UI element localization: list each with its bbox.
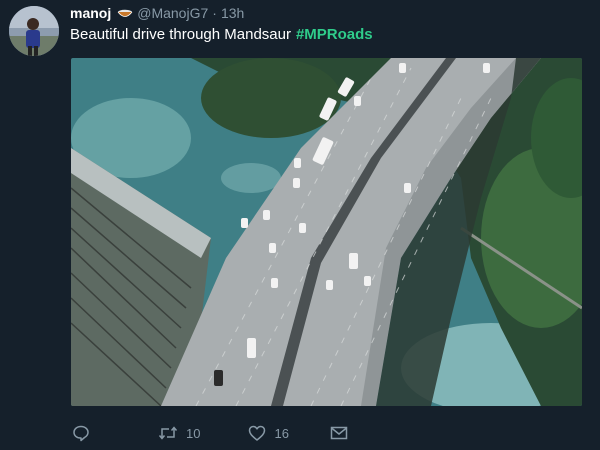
reply-icon	[72, 424, 90, 442]
tweet-actions: 10 16	[70, 421, 370, 445]
envelope-icon	[330, 426, 348, 440]
bowl-emoji-icon	[117, 6, 133, 20]
tweet-media-photo[interactable]	[71, 58, 582, 406]
retweet-button[interactable]: 10	[158, 425, 200, 441]
hashtag-link[interactable]: #MPRoads	[296, 26, 373, 43]
timestamp[interactable]: 13h	[221, 5, 244, 21]
separator-dot: ·	[212, 5, 217, 21]
user-avatar-image	[9, 6, 59, 56]
like-count: 16	[274, 425, 289, 441]
like-button[interactable]: 16	[248, 425, 289, 441]
direct-message-button[interactable]	[330, 426, 348, 440]
retweet-count: 10	[186, 425, 201, 441]
avatar[interactable]	[9, 6, 59, 56]
reply-button[interactable]	[72, 424, 90, 442]
retweet-icon	[158, 425, 178, 441]
tweet-body: Beautiful drive through Mandsaur	[70, 26, 291, 43]
tweet-header: manoj @ManojG7 · 13h	[70, 4, 244, 22]
tweet-card[interactable]: manoj @ManojG7 · 13h Beautiful drive thr…	[0, 0, 600, 450]
heart-icon	[248, 425, 266, 441]
tweet-text: Beautiful drive through Mandsaur #MPRoads	[70, 26, 373, 43]
highway-bridge-photo	[71, 58, 582, 406]
user-handle[interactable]: @ManojG7	[137, 5, 208, 21]
display-name[interactable]: manoj	[70, 5, 111, 21]
